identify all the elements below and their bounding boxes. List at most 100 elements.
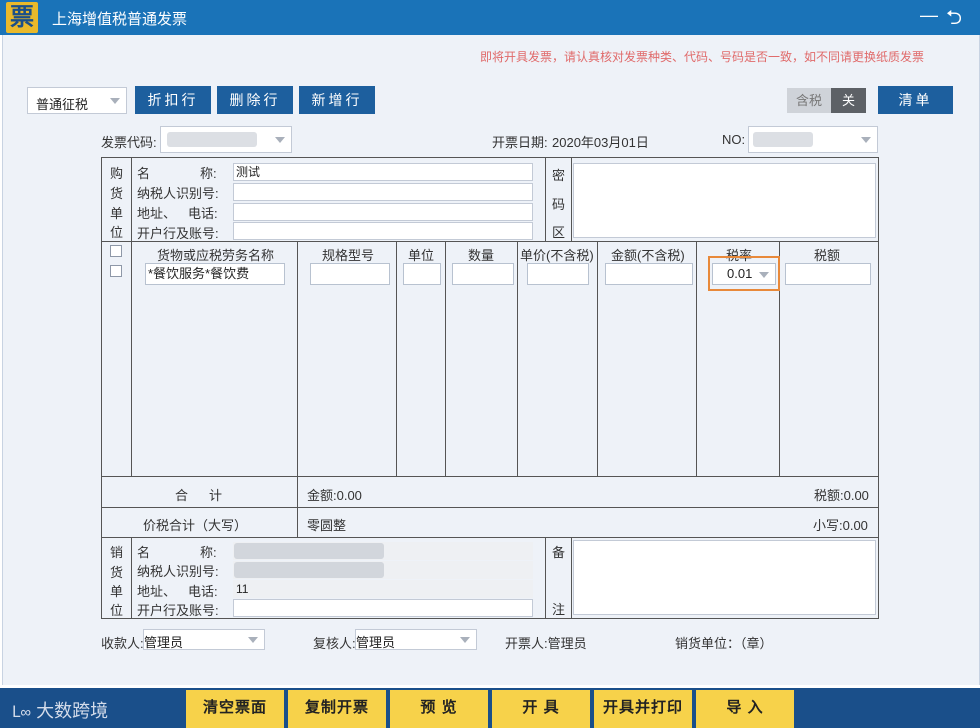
seller-name-input[interactable] bbox=[233, 542, 533, 560]
col-header-quantity: 数量 bbox=[468, 248, 495, 263]
preview-button[interactable]: 预 览 bbox=[390, 690, 488, 728]
buyer-name-input[interactable]: 测试 bbox=[233, 163, 533, 181]
divider bbox=[545, 157, 546, 241]
buyer-section-char: 购 bbox=[110, 166, 124, 181]
buyer-taxid-input[interactable] bbox=[233, 183, 533, 201]
col-header-spec: 规格型号 bbox=[322, 248, 375, 263]
clear-list-button[interactable]: 清单 bbox=[878, 86, 953, 114]
payee-select[interactable]: 管理员 bbox=[143, 629, 265, 650]
seller-seal-label: 销货单位：（章） bbox=[675, 636, 773, 651]
seller-name-label-b: 称: bbox=[200, 545, 217, 560]
chevron-down-icon bbox=[110, 98, 120, 104]
delete-row-button[interactable]: 删除行 bbox=[217, 86, 293, 114]
subtotal-label-a: 合 bbox=[175, 488, 189, 503]
buyer-address-input[interactable] bbox=[233, 203, 533, 221]
tax-rate-select[interactable]: 0.01 bbox=[712, 263, 776, 285]
chevron-down-icon bbox=[460, 637, 470, 643]
seller-section-char: 单 bbox=[110, 584, 124, 599]
col-header-goods-name: 货物或应税劳务名称 bbox=[157, 248, 275, 263]
divider bbox=[101, 507, 879, 508]
buyer-name-label-a: 名 bbox=[137, 166, 151, 181]
divider bbox=[101, 537, 879, 538]
chevron-down-icon bbox=[861, 137, 871, 143]
divider bbox=[297, 476, 298, 537]
window-title: 上海增值税普通发票 bbox=[52, 11, 188, 28]
buyer-name-label-b: 称: bbox=[200, 166, 217, 181]
buyer-address-label-a: 地址、 bbox=[137, 206, 177, 221]
total-uppercase: 零圆整 bbox=[307, 518, 347, 533]
seller-bank-input[interactable] bbox=[233, 599, 533, 617]
quantity-input[interactable] bbox=[452, 263, 514, 285]
divider bbox=[517, 241, 518, 476]
brand-watermark: ᒪ∞ 大数跨境 bbox=[12, 701, 109, 721]
amount-input[interactable] bbox=[605, 263, 693, 285]
invoice-date-label: 开票日期: bbox=[492, 135, 548, 150]
cipher-area-char: 码 bbox=[552, 197, 566, 212]
tax-included-toggle-label[interactable]: 含税 bbox=[787, 88, 831, 113]
tax-type-select[interactable]: 普通征税 bbox=[27, 87, 127, 114]
title-bar: 票 上海增值税普通发票 — ⮌ bbox=[0, 0, 980, 35]
note-textarea[interactable] bbox=[573, 540, 876, 615]
seller-address-label-a: 地址、 bbox=[137, 584, 177, 599]
minimize-icon[interactable]: — bbox=[920, 5, 938, 26]
divider bbox=[545, 537, 546, 619]
tax-included-toggle-state[interactable]: 关 bbox=[831, 88, 866, 113]
divider bbox=[445, 241, 446, 476]
note-char: 注 bbox=[552, 602, 566, 617]
seller-taxid-input[interactable] bbox=[233, 561, 533, 579]
subtotal-label-b: 计 bbox=[209, 488, 223, 503]
reviewer-select[interactable]: 管理员 bbox=[355, 629, 477, 650]
buyer-bank-input[interactable] bbox=[233, 222, 533, 240]
seller-address-input[interactable]: 11 bbox=[233, 580, 533, 598]
chevron-down-icon bbox=[759, 272, 769, 278]
invoice-no-select[interactable] bbox=[748, 126, 878, 153]
issue-notice: 即将开具发票，请认真核对发票种类、代码、号码是否一致，如不同请更换纸质发票 bbox=[479, 50, 924, 64]
buyer-taxid-label: 纳税人识别号: bbox=[137, 186, 219, 201]
seller-address-label-b: 电话: bbox=[188, 584, 218, 599]
issue-button[interactable]: 开 具 bbox=[492, 690, 590, 728]
redacted-seller-name bbox=[234, 543, 384, 559]
chevron-down-icon bbox=[248, 637, 258, 643]
divider bbox=[131, 537, 132, 619]
divider bbox=[396, 241, 397, 476]
row-checkbox[interactable] bbox=[110, 265, 122, 277]
back-arrow-icon[interactable]: ⮌ bbox=[946, 3, 962, 37]
seller-taxid-label: 纳税人识别号: bbox=[137, 564, 219, 579]
divider bbox=[571, 537, 572, 619]
copy-invoice-button[interactable]: 复制开票 bbox=[288, 690, 386, 728]
buyer-bank-label: 开户行及账号: bbox=[137, 226, 219, 241]
subtotal-amount: 金额:0.00 bbox=[307, 488, 362, 503]
add-row-button[interactable]: 新增行 bbox=[299, 86, 375, 114]
divider bbox=[696, 241, 697, 476]
brand-logo-icon: ᒪ∞ bbox=[12, 704, 32, 721]
divider bbox=[131, 241, 132, 476]
payee-label: 收款人: bbox=[101, 636, 144, 651]
reviewer-label: 复核人: bbox=[313, 636, 356, 651]
unit-input[interactable] bbox=[403, 263, 441, 285]
col-header-tax: 税额 bbox=[814, 248, 841, 263]
invoice-logo-icon: 票 bbox=[6, 2, 38, 33]
unit-price-input[interactable] bbox=[527, 263, 589, 285]
invoice-code-select[interactable] bbox=[160, 126, 292, 153]
goods-name-input[interactable]: *餐饮服务*餐饮费 bbox=[145, 263, 285, 285]
issue-and-print-button[interactable]: 开具并打印 bbox=[594, 690, 692, 728]
tax-amount-input[interactable] bbox=[785, 263, 871, 285]
total-lowercase: 小写:0.00 bbox=[813, 518, 868, 533]
import-button[interactable]: 导 入 bbox=[696, 690, 794, 728]
seller-bank-label: 开户行及账号: bbox=[137, 603, 219, 618]
select-all-checkbox[interactable] bbox=[110, 245, 122, 257]
buyer-address-label-b: 电话: bbox=[188, 206, 218, 221]
seller-section-char: 销 bbox=[110, 545, 124, 560]
chevron-down-icon bbox=[275, 137, 285, 143]
note-char: 备 bbox=[552, 545, 566, 560]
clear-form-button[interactable]: 清空票面 bbox=[186, 690, 284, 728]
spec-input[interactable] bbox=[310, 263, 390, 285]
cipher-area-char: 密 bbox=[552, 168, 566, 183]
seller-section-char: 位 bbox=[110, 603, 124, 618]
col-header-unit: 单位 bbox=[408, 248, 435, 263]
discount-row-button[interactable]: 折扣行 bbox=[135, 86, 211, 114]
drawer-label: 开票人:管理员 bbox=[505, 636, 587, 651]
redacted-invoice-no bbox=[753, 132, 813, 147]
divider bbox=[101, 476, 879, 477]
divider bbox=[571, 157, 572, 241]
